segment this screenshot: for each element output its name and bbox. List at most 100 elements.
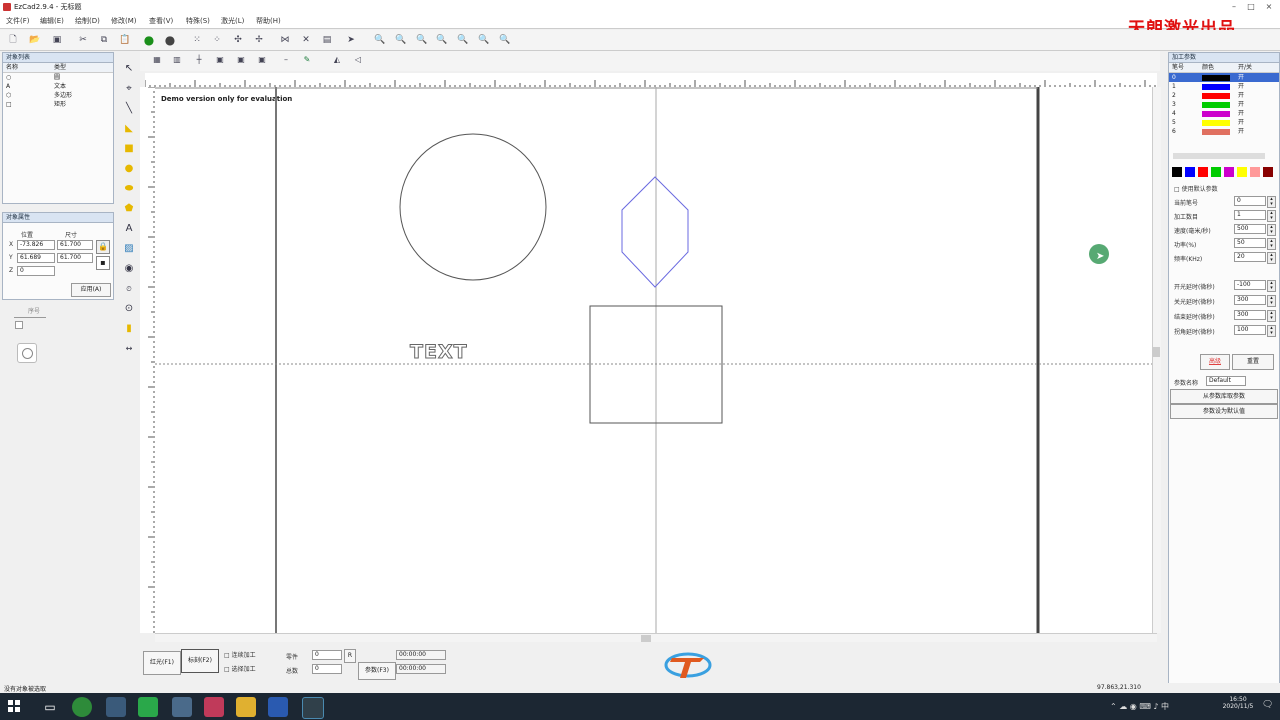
menu-view[interactable]: 查看(V) (149, 16, 173, 26)
selected-checkbox[interactable]: □ 选择加工 (224, 664, 256, 673)
cut-icon[interactable]: ✂ (76, 33, 90, 47)
advanced-button[interactable]: 高级 (1200, 354, 1230, 370)
pen-row[interactable]: 5开 (1169, 118, 1279, 127)
palette-swatch[interactable] (1185, 167, 1195, 177)
node-edit-icon[interactable]: ⁙ (190, 33, 204, 47)
param-value-field[interactable]: 300 (1234, 310, 1266, 320)
anchor-icon[interactable]: ▪ (96, 256, 110, 270)
select-icon[interactable]: ↖ (122, 62, 136, 76)
parts-field[interactable]: 0 (312, 650, 342, 660)
set-default-button[interactable]: 参数设为默认值 (1170, 404, 1278, 419)
use-default-checkbox[interactable]: □ 使用默认参数 (1174, 184, 1218, 193)
list-item[interactable]: □ 矩形 (3, 100, 113, 109)
maximize-icon[interactable]: □ (1243, 1, 1259, 12)
pen-row[interactable]: 0开 (1169, 73, 1279, 82)
menu-help[interactable]: 帮助(H) (256, 16, 281, 26)
windows-start-icon[interactable] (8, 700, 20, 712)
continuous-checkbox[interactable]: □ 连续加工 (224, 650, 256, 659)
curve-icon[interactable]: ◣ (122, 122, 136, 136)
paste-icon[interactable]: 📋 (118, 33, 132, 47)
z-field[interactable]: 0 (17, 266, 55, 276)
param-value-field[interactable]: 20 (1234, 252, 1266, 262)
spin-icon[interactable]: ▴ ▾ (1267, 310, 1276, 322)
vector-file-icon[interactable]: ◉ (122, 262, 136, 276)
input-port-icon[interactable]: ⊙ (122, 302, 136, 316)
new-file-icon[interactable]: 🗋 (6, 33, 20, 47)
zoom-plus-icon[interactable]: 🔍 (394, 33, 408, 47)
y-size-field[interactable]: 61.700 (57, 253, 93, 263)
lock-icon[interactable]: ▣ (213, 53, 227, 67)
spin-icon[interactable]: ▴ ▾ (1267, 238, 1276, 250)
extend-axis-icon[interactable]: ↔ (122, 342, 136, 356)
grid-icon[interactable]: ▦ (150, 53, 164, 67)
spin-icon[interactable]: ▴ ▾ (1267, 325, 1276, 337)
zoom-fit-icon[interactable]: 🔍 (456, 33, 470, 47)
app-icon-1[interactable] (106, 697, 126, 717)
pen-row[interactable]: 2开 (1169, 91, 1279, 100)
spin-icon[interactable]: ▴ ▾ (1267, 295, 1276, 307)
spin-icon[interactable]: ▴ ▾ (1267, 280, 1276, 292)
ezcad-taskbar-icon[interactable] (204, 697, 224, 717)
zoom-minus-icon[interactable]: 🔍 (415, 33, 429, 47)
list-item[interactable]: ⬡ 多边形 (3, 91, 113, 100)
flip-v-icon[interactable]: ◁ (351, 53, 365, 67)
wechat-icon[interactable] (138, 697, 158, 717)
unlock-icon[interactable]: ▣ (234, 53, 248, 67)
circle-tool-icon[interactable]: ● (122, 162, 136, 176)
group-icon[interactable]: ▣ (255, 53, 269, 67)
pen-list-scrollbar[interactable] (1173, 153, 1265, 159)
spin-icon[interactable]: ▴ ▾ (1267, 196, 1276, 208)
palette-swatch[interactable] (1198, 167, 1208, 177)
palette-swatch[interactable] (1237, 167, 1247, 177)
word-icon[interactable] (268, 697, 288, 717)
param-value-field[interactable]: 0 (1234, 196, 1266, 206)
copy-icon[interactable]: ⧉ (97, 33, 111, 47)
red-light-button[interactable]: 红光(F1) (143, 651, 181, 675)
timer-tool-icon[interactable]: ⏲ (122, 282, 136, 296)
param-value-field[interactable]: 1 (1234, 210, 1266, 220)
menu-file[interactable]: 文件(F) (6, 16, 30, 26)
flip-h-icon[interactable]: ◭ (330, 53, 344, 67)
close-icon[interactable]: × (1261, 1, 1277, 12)
text-tool-icon[interactable]: A (122, 222, 136, 236)
pointer-icon[interactable]: ➤ (344, 33, 358, 47)
rectangle-tool-icon[interactable]: ■ (122, 142, 136, 156)
node-select-icon[interactable]: ⁘ (210, 33, 224, 47)
line-icon[interactable]: ╲ (122, 102, 136, 116)
app-icon-2[interactable] (172, 697, 192, 717)
guide-icon[interactable]: ┼ (192, 53, 206, 67)
app-icon-3[interactable] (302, 697, 324, 719)
minimize-icon[interactable]: – (1226, 1, 1242, 12)
lock-ratio-icon[interactable]: 🔒 (96, 240, 110, 254)
pen-row[interactable]: 6开 (1169, 127, 1279, 136)
spin-icon[interactable]: ▴ ▾ (1267, 224, 1276, 236)
task-view-icon[interactable]: ▭ (40, 697, 60, 717)
parameter-button[interactable]: 参数(F3) (358, 662, 396, 680)
ellipse-tool-icon[interactable]: ⬬ (122, 182, 136, 196)
node-delete-icon[interactable]: ✢ (252, 33, 266, 47)
reset-button[interactable]: R (344, 649, 356, 663)
total-field[interactable]: 0 (312, 664, 342, 674)
clock[interactable]: 16:50 2020/11/5 (1220, 696, 1256, 710)
pen-row[interactable]: 4开 (1169, 109, 1279, 118)
text-object[interactable]: TEXT (410, 341, 468, 364)
notification-icon[interactable]: 🗨 (1262, 700, 1273, 710)
node-add-icon[interactable]: ✣ (231, 33, 245, 47)
load-from-library-button[interactable]: 从参数库取参数 (1170, 389, 1278, 404)
bitmap-tool-icon[interactable]: ▨ (122, 242, 136, 256)
x-position-field[interactable]: -73.826 (17, 240, 55, 250)
palette-swatch[interactable] (1211, 167, 1221, 177)
zoom-out-circle-icon[interactable]: ● (163, 33, 177, 47)
list-item[interactable]: ○ 圆 (3, 73, 113, 82)
output-port-icon[interactable]: ▮ (122, 322, 136, 336)
param-value-field[interactable]: 300 (1234, 295, 1266, 305)
zoom-select-icon[interactable]: 🔍 (498, 33, 512, 47)
x-size-field[interactable]: 61.700 (57, 240, 93, 250)
folder-icon[interactable] (236, 697, 256, 717)
serial-checkbox[interactable] (15, 321, 23, 329)
spin-icon[interactable]: ▴ ▾ (1267, 210, 1276, 222)
node-icon[interactable]: ⌖ (122, 82, 136, 96)
pen-list[interactable]: 0开1开2开3开4开5开6开 (1169, 73, 1279, 136)
palette-swatch[interactable] (1263, 167, 1273, 177)
palette-swatch[interactable] (1224, 167, 1234, 177)
